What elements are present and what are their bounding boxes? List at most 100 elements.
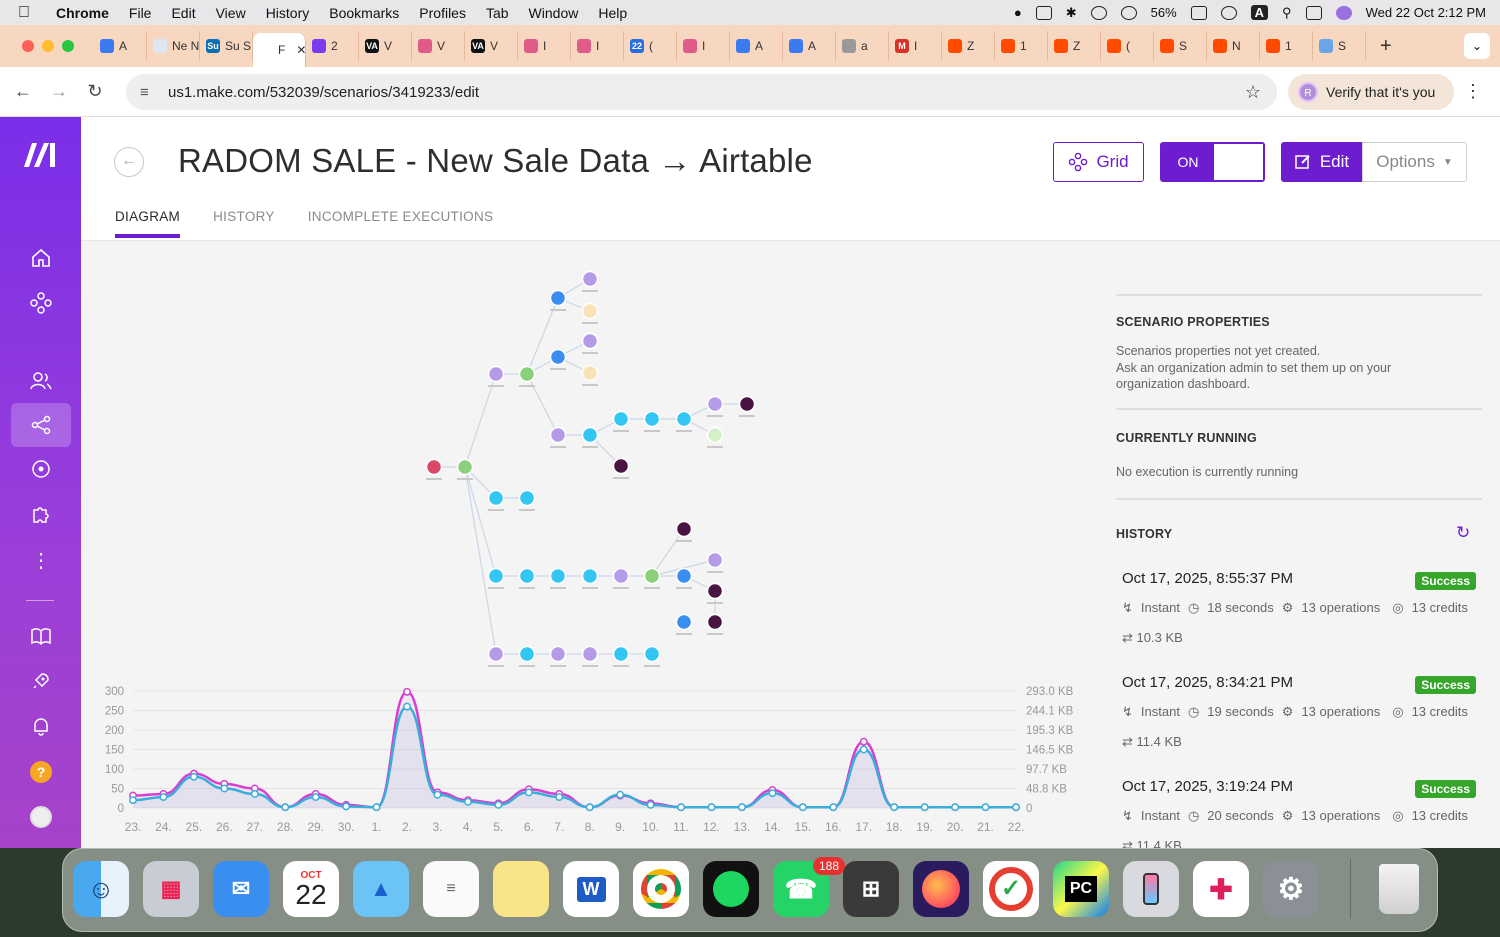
chart-point[interactable] <box>250 790 259 798</box>
chart-point[interactable] <box>920 803 929 812</box>
scenario-module-node[interactable] <box>675 520 693 538</box>
browser-tab[interactable]: I <box>518 31 571 61</box>
browser-tab[interactable]: A <box>94 31 147 61</box>
chart-point[interactable] <box>585 803 594 812</box>
scenario-module-node[interactable] <box>518 365 536 383</box>
browser-tab[interactable]: N <box>1207 31 1260 61</box>
scenario-module-node[interactable] <box>706 426 724 444</box>
scenario-diagram[interactable] <box>81 241 1100 681</box>
browser-tab[interactable]: V <box>412 31 465 61</box>
scenario-module-node[interactable] <box>706 551 724 569</box>
chart-point[interactable] <box>220 784 229 793</box>
history-entry[interactable]: Oct 17, 2025, 3:19:24 PM Success ↯ Instant ◷… <box>1122 778 1482 848</box>
scenario-module-node[interactable] <box>549 289 567 307</box>
address-bar[interactable]: ≡ us1.make.com/532039/scenarios/3419233/… <box>126 74 1277 110</box>
share-connections-icon[interactable] <box>11 403 71 447</box>
browser-tab[interactable]: A <box>730 31 783 61</box>
scenario-module-node[interactable] <box>487 645 505 663</box>
book-icon[interactable] <box>11 614 71 658</box>
chart-point[interactable] <box>829 803 838 812</box>
battery-icon[interactable] <box>1190 5 1207 20</box>
play-icon[interactable] <box>1120 5 1137 20</box>
browser-menu-icon[interactable]: ⋮ <box>1464 81 1482 102</box>
chart-point[interactable] <box>524 788 533 797</box>
chart-point[interactable] <box>677 803 686 812</box>
grid-button[interactable]: Grid <box>1053 142 1144 182</box>
control-center-icon[interactable] <box>1305 5 1322 20</box>
finder-icon[interactable]: ☺ <box>73 861 129 917</box>
chart-point[interactable] <box>646 800 655 809</box>
browser-tab[interactable]: Z <box>942 31 995 61</box>
tab-incomplete-executions[interactable]: INCOMPLETE EXECUTIONS <box>308 209 494 238</box>
word-icon[interactable]: W <box>563 861 619 917</box>
home-icon[interactable] <box>11 236 71 280</box>
bluetooth-icon[interactable]: ✱ <box>1066 5 1077 21</box>
forward-arrow-icon[interactable]: → <box>41 81 77 102</box>
chart-point[interactable] <box>463 797 472 806</box>
chart-point[interactable] <box>372 803 381 812</box>
chart-point[interactable] <box>951 803 960 812</box>
scenario-module-node[interactable] <box>581 332 599 350</box>
pycharm-icon[interactable]: PC <box>1053 861 1109 917</box>
menu-app-name[interactable]: Chrome <box>56 5 109 21</box>
team-users-icon[interactable] <box>11 359 71 403</box>
menu-help[interactable]: Help <box>598 5 627 21</box>
verify-identity-chip[interactable]: R Verify that it's you <box>1288 74 1454 110</box>
scenario-module-node[interactable] <box>518 645 536 663</box>
scenario-module-node[interactable] <box>612 645 630 663</box>
puzzle-icon[interactable] <box>11 493 71 537</box>
scenario-module-node[interactable] <box>456 458 474 476</box>
user-icon[interactable]: ● <box>1014 5 1022 20</box>
menu-profiles[interactable]: Profiles <box>419 5 466 21</box>
menu-tab[interactable]: Tab <box>486 5 509 21</box>
tab-search-button[interactable]: ⌄ <box>1464 33 1490 59</box>
bell-icon[interactable] <box>11 704 71 748</box>
scenario-module-node[interactable] <box>518 567 536 585</box>
more-vertical-icon[interactable]: ⋮ <box>11 538 71 582</box>
scenario-module-node[interactable] <box>612 567 630 585</box>
calculator-icon[interactable]: ⊞ <box>843 861 899 917</box>
mail-icon[interactable]: ✉ <box>213 861 269 917</box>
browser-tab[interactable]: I <box>677 31 730 61</box>
scenario-module-node[interactable] <box>487 567 505 585</box>
browser-tab[interactable]: S <box>1154 31 1207 61</box>
scenario-module-node[interactable] <box>487 489 505 507</box>
close-tab-icon[interactable]: ✕ <box>296 43 305 57</box>
back-arrow-icon[interactable]: ← <box>5 81 41 102</box>
scenario-module-node[interactable] <box>581 364 599 382</box>
rocket-icon[interactable] <box>11 659 71 703</box>
site-info-icon[interactable]: ≡ <box>140 84 158 101</box>
link-icon[interactable] <box>1220 5 1237 20</box>
browser-tab[interactable]: MI <box>889 31 942 61</box>
diagram-canvas[interactable]: 300 250 200 150 100 50 0 293.0 KB 244.1 KB 195.3… <box>81 241 1100 848</box>
scenario-module-node[interactable] <box>643 410 661 428</box>
url-text[interactable]: us1.make.com/532039/scenarios/3419233/ed… <box>168 84 479 101</box>
options-dropdown[interactable]: Options ▼ <box>1362 142 1467 182</box>
scenario-module-node[interactable] <box>612 457 630 475</box>
chart-point[interactable] <box>159 793 168 802</box>
chart-point[interactable] <box>433 790 442 799</box>
chart-point[interactable] <box>403 687 411 696</box>
scenario-module-node[interactable] <box>549 567 567 585</box>
browser-tab[interactable]: 1 <box>1260 31 1313 61</box>
scenarios-nodes-icon[interactable] <box>11 281 71 325</box>
chart-point[interactable] <box>189 772 198 781</box>
iphone-mirroring-icon[interactable] <box>1123 861 1179 917</box>
scheduling-toggle[interactable]: ON <box>1160 142 1265 182</box>
browser-tab[interactable]: ( <box>1101 31 1154 61</box>
scenario-module-node[interactable] <box>643 645 661 663</box>
chart-point[interactable] <box>981 803 990 812</box>
edit-button[interactable]: Edit <box>1281 142 1362 182</box>
scenario-module-node[interactable] <box>675 613 693 631</box>
menubar-datetime[interactable]: Wed 22 Oct 2:12 PM <box>1366 5 1486 20</box>
chart-point[interactable] <box>616 790 625 799</box>
scenario-module-node[interactable] <box>706 613 724 631</box>
chart-point[interactable] <box>707 803 716 812</box>
browser-tab[interactable]: Z <box>1048 31 1101 61</box>
accessibility-icon[interactable] <box>1090 5 1107 20</box>
chart-point[interactable] <box>1012 803 1020 812</box>
back-circle-icon[interactable]: ← <box>114 147 144 177</box>
scenario-module-node[interactable] <box>675 567 693 585</box>
history-entry[interactable]: Oct 17, 2025, 8:34:21 PM Success ↯ Instant ◷… <box>1122 674 1482 750</box>
browser-tab[interactable]: 2 <box>306 31 359 61</box>
